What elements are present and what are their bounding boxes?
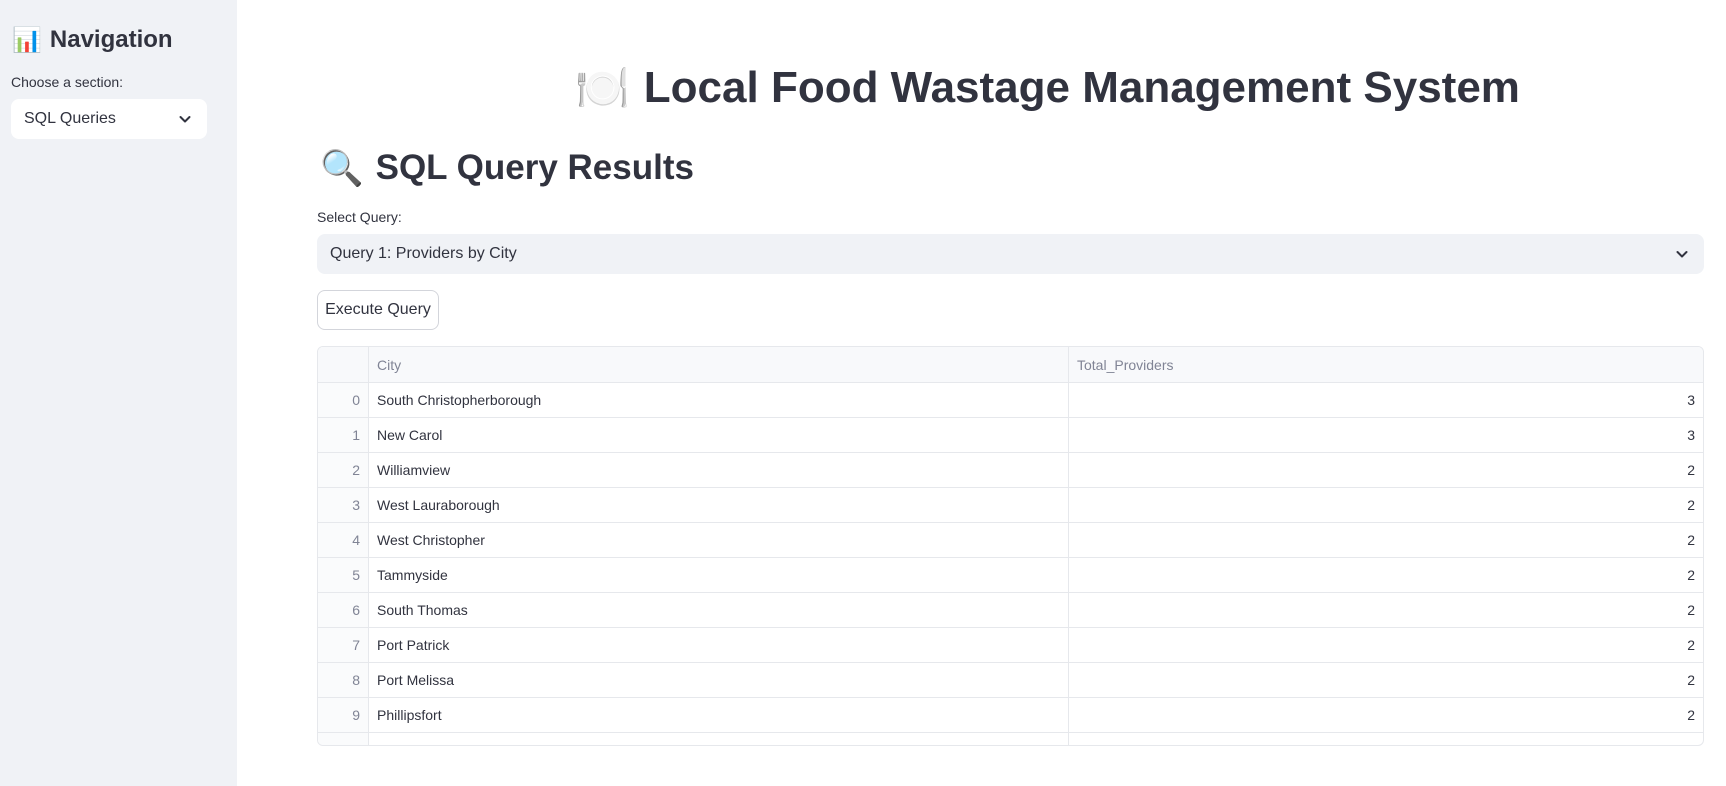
table-row[interactable]: 6 South Thomas 2 <box>318 593 1703 628</box>
row-index-cell: 5 <box>318 558 369 592</box>
row-index-cell: 1 <box>318 418 369 452</box>
page-title: 🍽️ Local Food Wastage Management System <box>575 58 1520 118</box>
total-providers-cell[interactable]: 2 <box>1069 523 1703 557</box>
city-cell[interactable]: Port Melissa <box>369 663 1069 697</box>
table-row[interactable]: 0 South Christopherborough 3 <box>318 383 1703 418</box>
table-row[interactable]: 2 Williamview 2 <box>318 453 1703 488</box>
table-row[interactable]: 3 West Lauraborough 2 <box>318 488 1703 523</box>
sidebar: 📊 Navigation Choose a section: SQL Queri… <box>0 0 237 786</box>
row-index-cell: 4 <box>318 523 369 557</box>
chevron-down-icon <box>179 116 191 123</box>
sidebar-title-text: Navigation <box>49 26 173 53</box>
table-header-row: City Total_Providers <box>318 347 1703 383</box>
bar-chart-icon: 📊 <box>12 26 42 54</box>
city-cell[interactable]: Williamview <box>369 453 1069 487</box>
row-index-cell: 2 <box>318 453 369 487</box>
row-index-cell: 8 <box>318 663 369 697</box>
city-cell[interactable]: Phillipsfort <box>369 698 1069 732</box>
page-title-text: Local Food Wastage Management System <box>643 63 1520 112</box>
row-index-cell: 0 <box>318 383 369 417</box>
total-providers-cell[interactable]: 2 <box>1069 558 1703 592</box>
total-providers-cell[interactable]: 2 <box>1069 663 1703 697</box>
table-row[interactable]: 1 New Carol 3 <box>318 418 1703 453</box>
section-select[interactable]: SQL Queries <box>11 99 207 139</box>
total-providers-cell[interactable]: 2 <box>1069 593 1703 627</box>
table-row-partial <box>318 733 1703 745</box>
execute-query-button[interactable]: Execute Query <box>317 290 439 330</box>
total-providers-cell[interactable]: 2 <box>1069 628 1703 662</box>
city-cell[interactable]: South Thomas <box>369 593 1069 627</box>
city-cell[interactable]: Tammyside <box>369 558 1069 592</box>
total-providers-cell[interactable]: 2 <box>1069 698 1703 732</box>
section-select-value: SQL Queries <box>24 110 116 127</box>
chevron-down-icon <box>1676 251 1688 258</box>
total-cell <box>1069 733 1703 745</box>
query-select-value: Query 1: Providers by City <box>330 245 517 262</box>
total-providers-cell[interactable]: 3 <box>1069 383 1703 417</box>
results-table[interactable]: City Total_Providers 0 South Christopherb… <box>317 346 1704 746</box>
section-select-label: Choose a section: <box>11 74 124 90</box>
table-row[interactable]: 9 Phillipsfort 2 <box>318 698 1703 733</box>
row-index-cell: 9 <box>318 698 369 732</box>
row-index-cell: 7 <box>318 628 369 662</box>
index-column-header <box>318 347 369 382</box>
index-cell <box>318 733 369 745</box>
total-providers-column-header[interactable]: Total_Providers <box>1069 347 1703 382</box>
city-cell[interactable]: Port Patrick <box>369 628 1069 662</box>
city-cell[interactable]: West Christopher <box>369 523 1069 557</box>
sidebar-title: 📊 Navigation <box>12 22 173 58</box>
city-cell[interactable]: New Carol <box>369 418 1069 452</box>
query-select-label: Select Query: <box>317 209 402 225</box>
table-body: 0 South Christopherborough 3 1 New Carol 3 2 Wi… <box>318 383 1703 733</box>
table-row[interactable]: 7 Port Patrick 2 <box>318 628 1703 663</box>
city-cell <box>369 733 1069 745</box>
table-row[interactable]: 4 West Christopher 2 <box>318 523 1703 558</box>
table-row[interactable]: 5 Tammyside 2 <box>318 558 1703 593</box>
plate-cutlery-icon: 🍽️ <box>575 64 630 113</box>
total-providers-cell[interactable]: 2 <box>1069 488 1703 522</box>
magnifier-icon: 🔍 <box>320 148 364 188</box>
city-column-header[interactable]: City <box>369 347 1069 382</box>
row-index-cell: 6 <box>318 593 369 627</box>
section-heading: 🔍 SQL Query Results <box>320 144 694 192</box>
table-row[interactable]: 8 Port Melissa 2 <box>318 663 1703 698</box>
city-cell[interactable]: South Christopherborough <box>369 383 1069 417</box>
total-providers-cell[interactable]: 3 <box>1069 418 1703 452</box>
city-cell[interactable]: West Lauraborough <box>369 488 1069 522</box>
row-index-cell: 3 <box>318 488 369 522</box>
total-providers-cell[interactable]: 2 <box>1069 453 1703 487</box>
query-select[interactable]: Query 1: Providers by City <box>317 234 1704 274</box>
section-heading-text: SQL Query Results <box>375 148 694 187</box>
